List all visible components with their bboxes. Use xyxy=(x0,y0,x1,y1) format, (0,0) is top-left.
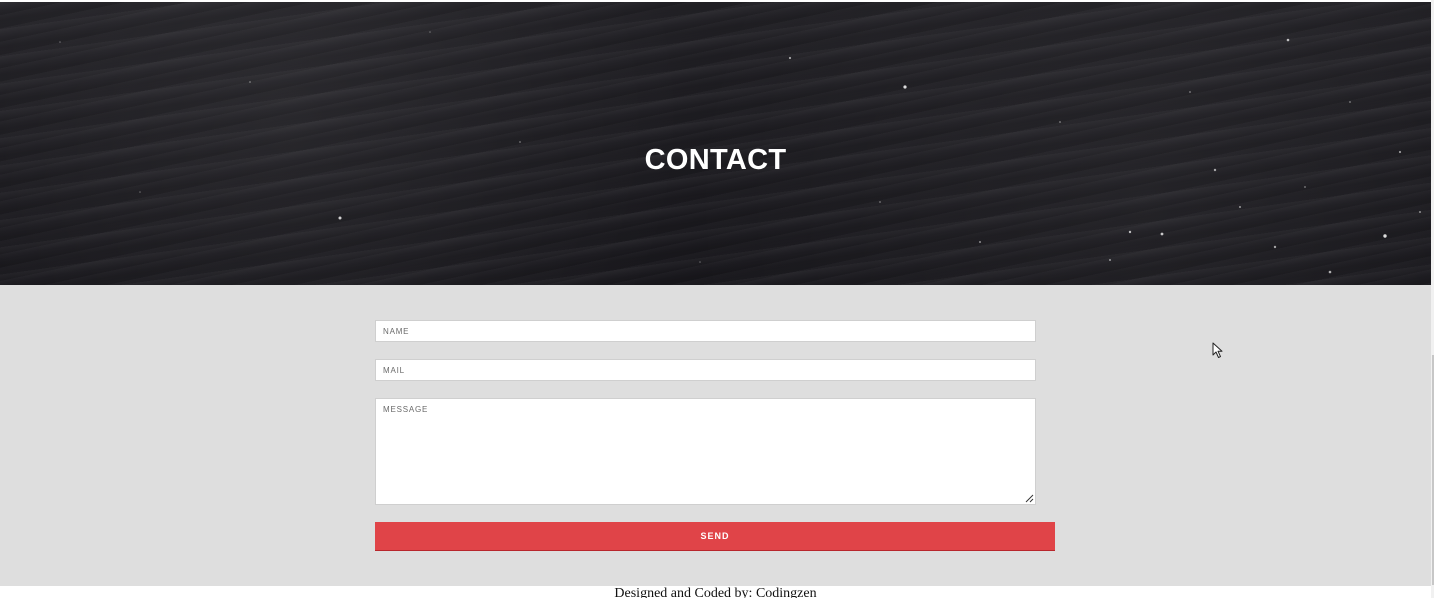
message-textarea[interactable] xyxy=(375,398,1036,505)
mail-input[interactable] xyxy=(375,359,1036,381)
contact-hero-banner: CONTACT xyxy=(0,2,1431,285)
resize-grip-icon[interactable] xyxy=(1024,493,1034,503)
mouse-pointer-icon xyxy=(1212,342,1223,358)
send-button[interactable]: SEND xyxy=(375,522,1055,551)
page-title: CONTACT xyxy=(644,144,787,176)
name-input[interactable] xyxy=(375,320,1036,342)
footer-credit: Designed and Coded by: Codingzen xyxy=(614,586,817,598)
